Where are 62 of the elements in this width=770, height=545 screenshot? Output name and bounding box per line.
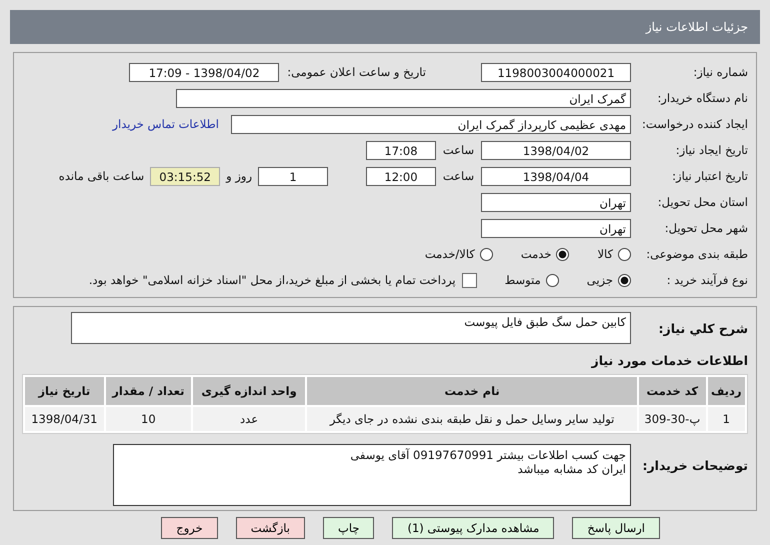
table-cell: پ-30-309 <box>639 407 706 431</box>
summary-field: کابین حمل سگ طبق فایل پیوست <box>71 312 631 344</box>
time-label: ساعت <box>442 143 476 157</box>
radio-label: کالا/خدمت <box>424 247 475 261</box>
field-label: ایجاد کننده درخواست: <box>641 117 748 131</box>
requester-field: مهدی عظیمی کارپرداز گمرک ایران <box>231 114 631 134</box>
remaining-time-field: 03:15:52 <box>150 166 220 186</box>
announce-date-field: 1398/04/02 - 17:09 <box>129 62 280 82</box>
field-label: طبقه بندی موضوعی: <box>645 247 748 261</box>
province-field: تهران <box>481 192 631 212</box>
field-label: توضیحات خریدار: <box>641 458 748 473</box>
valid-date-field: 1398/04/04 <box>481 166 631 186</box>
column-header: نام خدمت <box>307 377 638 405</box>
column-header: کد خدمت <box>639 377 706 405</box>
field-label: تاریخ ایجاد نیاز: <box>674 143 748 157</box>
table-cell: 10 <box>106 407 192 431</box>
action-button[interactable]: ارسال پاسخ <box>572 517 660 539</box>
table-cell: 1 <box>708 407 745 431</box>
notes-field: جهت کسب اطلاعات بیشتر 09197670991 آقای یوسفی ایران کد مشابه میباشد <box>113 444 631 506</box>
checkbox[interactable] <box>462 272 477 288</box>
field-label: تاریخ و ساعت اعلان عمومی: <box>287 65 426 79</box>
field-label: شرح کلي نياز: <box>658 320 748 336</box>
field-label: نوع فرآیند خرید : <box>666 273 748 287</box>
created-date-field: 1398/04/02 <box>481 140 631 160</box>
field-label: تاریخ اعتبار نیاز: <box>671 169 748 183</box>
days-field: 1 <box>258 166 328 186</box>
radio-button[interactable] <box>546 274 559 286</box>
field-label: استان محل تحویل: <box>656 195 748 209</box>
radio-label: کالا <box>597 247 613 261</box>
radio-button[interactable] <box>556 248 570 260</box>
days-label: روز و <box>226 169 252 183</box>
radio-button[interactable] <box>618 248 631 260</box>
field-label: شهر محل تحویل: <box>664 221 748 235</box>
radio-label: خدمت <box>520 247 552 261</box>
column-header: واحد اندازه گیری <box>193 377 306 405</box>
city-field: تهران <box>481 218 631 238</box>
radio-button[interactable] <box>480 248 493 260</box>
valid-time-field: 12:00 <box>366 166 436 186</box>
column-header: تعداد / مقدار <box>106 377 192 405</box>
created-time-field: 17:08 <box>366 140 436 160</box>
action-button[interactable]: خروج <box>161 517 218 539</box>
action-button[interactable]: مشاهده مدارک پیوستی (1) <box>392 517 554 539</box>
checkbox-label: پرداخت تمام یا بخشی از مبلغ خرید،از محل "اسناد خزانه اسلامی" خواهد بود. <box>88 273 456 287</box>
column-header: تاریخ نیاز <box>25 377 104 405</box>
table-cell: عدد <box>193 407 306 431</box>
field-label: شماره نیاز: <box>692 65 748 79</box>
buyer-field: گمرک ایران <box>176 88 631 108</box>
action-button[interactable]: بازگشت <box>236 517 305 539</box>
radio-label: جزیی <box>586 273 613 287</box>
radio-label: متوسط <box>504 273 541 287</box>
section-title: اطلاعات خدمات مورد نیاز <box>590 353 748 368</box>
buyer-contact-link[interactable]: اطلاعات تماس خریدار <box>112 117 219 131</box>
action-button[interactable]: چاپ <box>323 517 374 539</box>
page-title: جزئیات اطلاعات نیاز <box>646 20 748 34</box>
table-cell: تولید سایر وسایل حمل و نقل طبقه بندی نشده در جای دیگر <box>307 407 638 431</box>
radio-button[interactable] <box>618 274 631 286</box>
time-label: ساعت <box>442 169 476 183</box>
field-label: نام دستگاه خریدار: <box>656 91 748 105</box>
remaining-label: ساعت باقی مانده <box>58 169 144 183</box>
column-header: ردیف <box>708 377 745 405</box>
need-number-field: 1198003004000021 <box>481 62 631 82</box>
table-cell: 1398/04/31 <box>25 407 104 431</box>
